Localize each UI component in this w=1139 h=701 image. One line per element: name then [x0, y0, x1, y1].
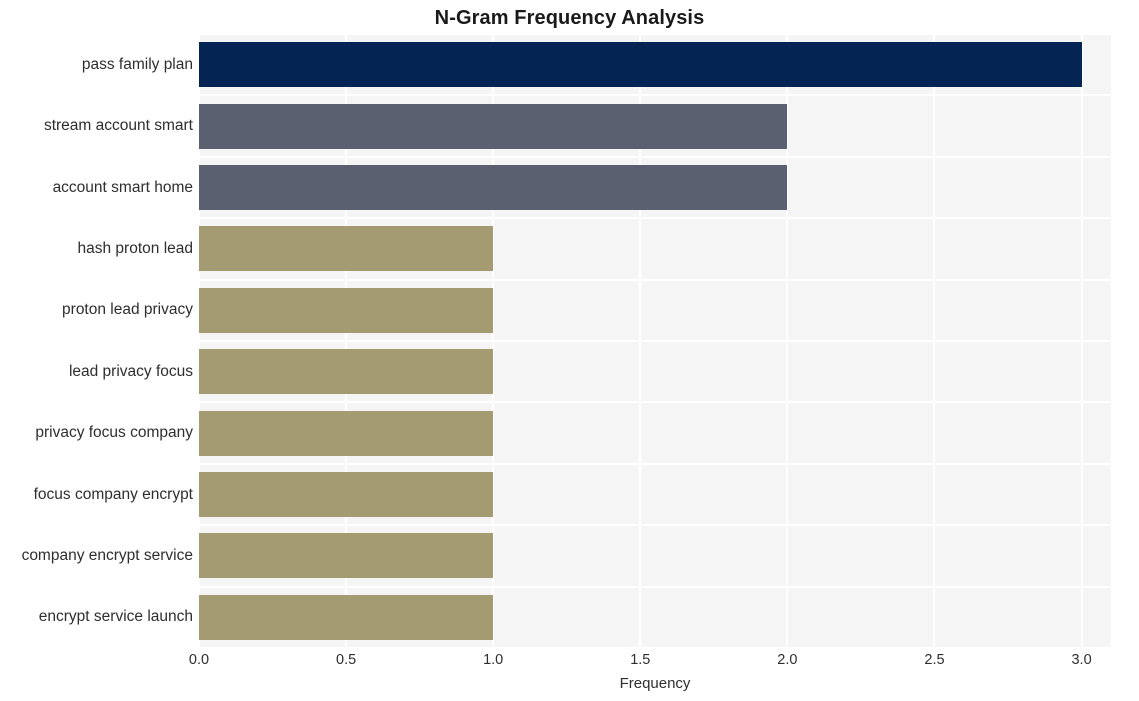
y-tick-label: lead privacy focus [68, 362, 193, 380]
y-tick-label: proton lead privacy [62, 301, 193, 319]
gridline-horizontal-4 [199, 278, 1111, 281]
y-tick-label: company encrypt service [21, 546, 193, 564]
gridline-horizontal-7 [199, 462, 1111, 465]
plot-area [199, 34, 1111, 648]
x-tick-label: 1.0 [483, 652, 504, 668]
x-axis-title: Frequency [619, 675, 691, 692]
x-tick-label: 3.0 [1071, 652, 1092, 668]
bar [199, 226, 494, 272]
bar [199, 594, 494, 640]
x-tick-label: 0.0 [188, 652, 210, 668]
bar [199, 472, 494, 517]
gridline-horizontal-0 [199, 34, 1111, 35]
y-tick-label: stream account smart [43, 117, 193, 135]
y-tick-label: privacy focus company [35, 424, 193, 442]
gridline-horizontal-8 [199, 524, 1111, 527]
bar [199, 42, 1082, 88]
y-tick-label: encrypt service launch [38, 608, 193, 626]
bar [199, 287, 494, 333]
x-tick-label: 2.5 [924, 652, 945, 668]
y-tick-label: focus company encrypt [33, 485, 193, 503]
gridline-horizontal-2 [199, 155, 1111, 158]
gridline-horizontal-10 [199, 647, 1111, 648]
y-tick-label: hash proton lead [77, 239, 193, 257]
bar [199, 410, 494, 456]
gridline-horizontal-6 [199, 401, 1111, 404]
bar [199, 533, 494, 579]
bar [199, 349, 494, 395]
gridline-horizontal-3 [199, 217, 1111, 220]
chart-title: N-Gram Frequency Analysis [434, 7, 705, 29]
bar [199, 103, 788, 149]
y-tick-label: account smart home [52, 178, 193, 196]
x-tick-label: 0.5 [336, 652, 357, 668]
gridline-horizontal-9 [199, 585, 1111, 588]
gridline-horizontal-1 [199, 94, 1111, 97]
x-tick-label: 1.5 [630, 652, 651, 668]
gridline-horizontal-5 [199, 340, 1111, 342]
bar [199, 165, 788, 210]
y-tick-label: pass family plan [81, 55, 193, 73]
chart-figure: N-Gram Frequency Analysis pass family pl… [0, 0, 1139, 701]
x-tick-label: 2.0 [777, 652, 798, 668]
